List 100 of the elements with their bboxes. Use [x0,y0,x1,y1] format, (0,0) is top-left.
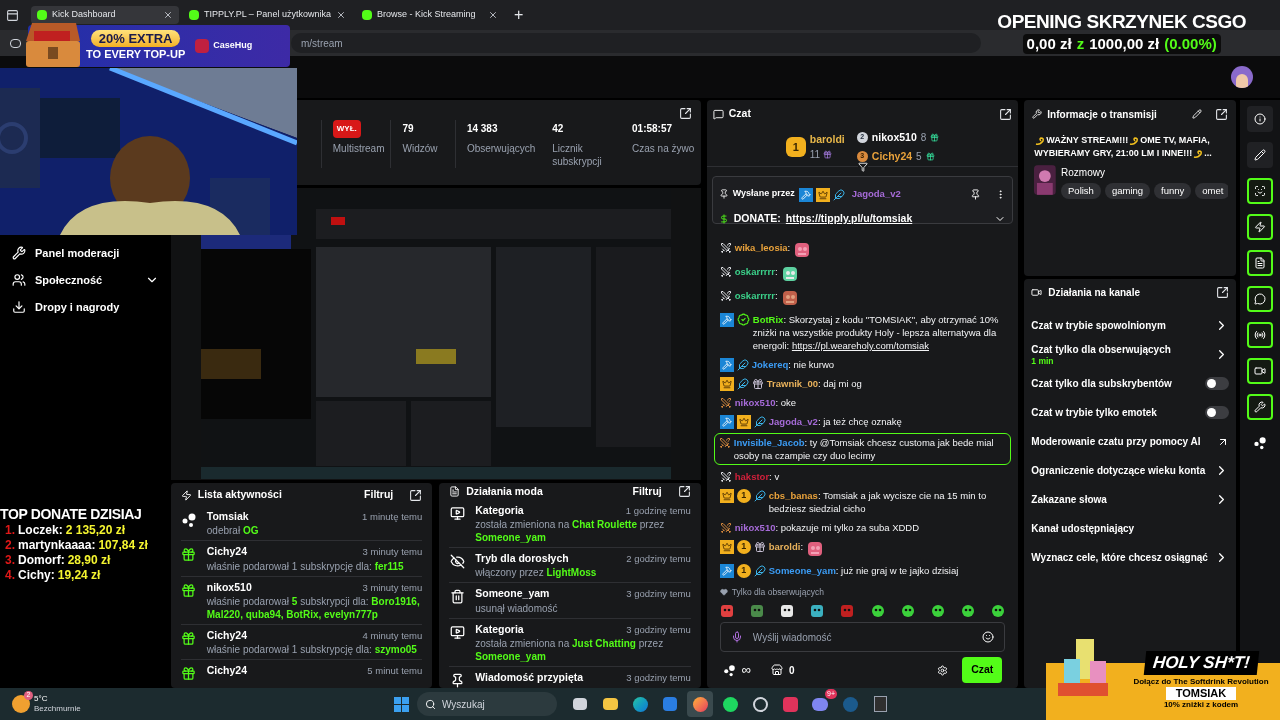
item-description: włączony przez LightMoss [475,566,598,580]
emoji-icon[interactable] [982,631,995,643]
chat-message: oskarrrrr: [734,265,778,278]
pin-icon [449,672,465,688]
info-button[interactable] [1247,106,1274,132]
microphone-icon[interactable] [730,631,743,643]
feather-icon [736,377,749,390]
avatar[interactable] [1231,66,1253,88]
filter-icon[interactable] [857,162,868,172]
sidebar-item[interactable]: Dropy i nagrody [12,298,167,316]
send-button[interactable]: Czat [962,657,1003,683]
swirl-icon [1035,135,1046,146]
emote-icon [780,289,799,307]
channel-setting-row[interactable]: Zakazane słowa [1031,485,1230,514]
channel-setting-row[interactable]: Czat tylko dla obserwujących 1 min [1031,340,1230,369]
expand-icon[interactable] [677,485,691,499]
document-button[interactable] [1247,250,1274,276]
channel-setting-row[interactable]: Czat tylko dla subskrybentów [1031,369,1230,398]
crown-badge-icon [719,539,734,554]
emote-icon[interactable] [900,604,915,618]
sidebar-toggle-icon[interactable] [10,38,21,48]
filter-button[interactable]: Filtruj [364,487,394,503]
pencil-icon[interactable] [1192,109,1203,119]
expand-icon[interactable] [1215,107,1229,121]
chat-button[interactable] [1247,286,1274,312]
close-icon[interactable] [335,10,346,20]
chat-message: cbs_banas: Tomsiak a jak wycisze cie na 15 min to bedziesz siedzial cicho [768,489,988,515]
windows-start-icon[interactable] [394,696,409,712]
toggle-switch[interactable] [1205,377,1230,390]
hammer-badge-icon [719,414,734,429]
pencil-button[interactable] [1247,142,1274,168]
emote-icon[interactable] [810,604,825,618]
taskbar-app-icon[interactable] [687,691,713,717]
new-tab-button[interactable]: + [513,3,524,27]
video-camera-button[interactable] [1247,358,1274,384]
expand-icon[interactable] [409,488,423,502]
tab-title: TIPPLY.PL – Panel użytkownika [204,8,331,22]
emote-icon[interactable] [870,604,885,618]
stream-title-text: OME TV, MAFIA, [1140,134,1210,147]
wrench-icon [1032,109,1043,119]
settings-icon[interactable] [937,664,949,676]
taskbar-search-field[interactable]: Wyszukaj [417,692,557,716]
channel-setting-row[interactable]: Wyznacz cele, które chcesz osiągnąć [1031,543,1230,572]
tag-chip[interactable]: Polish [1061,183,1101,200]
message-input-box[interactable]: Wyślij wiadomość [719,622,1006,652]
gift-count: 11 [809,148,821,163]
unpin-icon[interactable] [970,188,982,200]
percent-spent: (0.00%) [1164,34,1217,54]
lightning-button[interactable] [1247,214,1274,240]
hammer-badge-icon [719,357,734,372]
browser-tab[interactable]: TIPPLY.PL – Panel użytkownika [183,6,352,24]
filter-button[interactable]: Filtruj [632,484,662,500]
scan-button[interactable] [1247,178,1274,204]
close-icon[interactable] [487,10,498,20]
expand-icon[interactable] [999,107,1013,121]
gift-icon [181,582,197,598]
donate-amount: 2 135,20 zł [65,523,126,538]
chat-icon [1254,293,1267,305]
trash-icon [449,589,465,605]
message-input[interactable]: Wyślij wiadomość [752,629,973,645]
browser-tab[interactable]: Kick Dashboard [31,6,179,24]
channel-setting-row[interactable]: Kanał udostępniający [1031,514,1230,543]
channel-setting-row[interactable]: Moderowanie czatu przy pomocy AI [1031,427,1230,456]
expand-icon[interactable] [678,107,692,120]
search-icon [425,698,436,710]
overlay-title: OPENING SKRZYNEK CSGO [997,10,1246,34]
pinned-link[interactable]: https://tipply.pl/u/tomsiak [785,211,990,227]
wrench-button[interactable] [1247,394,1274,420]
tag-chip[interactable]: gaming [1104,183,1151,200]
tag-chip[interactable]: funny [1154,183,1192,200]
feather-icon [736,358,749,371]
browser-tab[interactable]: Browse - Kick Streaming [355,6,504,24]
setting-label: Kanał udostępniający [1031,522,1135,535]
item-title: Someone_yam [475,586,550,602]
channel-setting-row[interactable]: Czat w trybie spowolnionym [1031,311,1230,340]
sidebar-item[interactable]: Panel moderacji [12,244,167,262]
item-time: 4 minuty temu [362,628,423,643]
wrench-icon [12,246,26,260]
setting-label: Moderowanie czatu przy pomocy AI [1031,435,1201,448]
expand-icon[interactable] [1216,285,1230,299]
tab-actions-icon[interactable] [6,8,19,22]
hammer-badge-icon [719,563,734,578]
store-icon[interactable] [771,664,784,676]
swords-icon [718,436,731,449]
emote-icon[interactable] [930,604,945,618]
channel-setting-row[interactable]: Ograniczenie dotyczące wieku konta [1031,456,1230,485]
broadcast-button[interactable] [1247,322,1274,348]
setting-detail: 1 min [1031,355,1055,367]
tag-chip[interactable]: omet [1195,183,1229,200]
toggle-switch[interactable] [1205,406,1230,419]
address-bar[interactable]: m/stream [291,33,981,53]
emote-icon[interactable] [991,604,1006,618]
sidebar-item[interactable]: Społeczność [12,271,167,289]
swirl-icon [1193,148,1204,159]
chat-link[interactable]: https://pl.weareholy.com/tomsiak [791,340,929,351]
emote-icon[interactable] [961,604,976,618]
close-icon[interactable] [163,10,173,20]
swords-icon [719,289,732,302]
channel-setting-row[interactable]: Czat w trybie tylko emotek [1031,398,1230,427]
emote-icon[interactable] [780,604,795,618]
